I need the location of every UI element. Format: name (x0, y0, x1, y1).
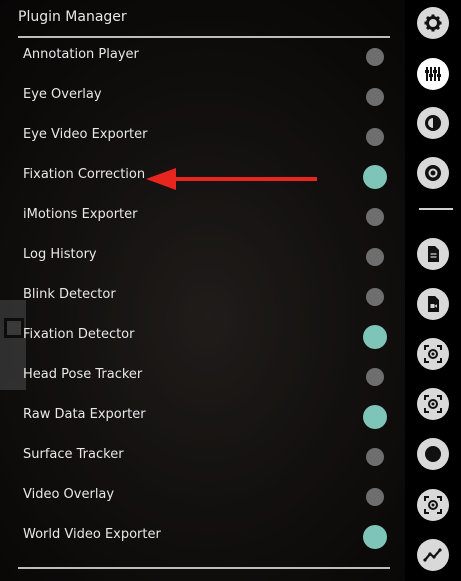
panel-title: Plugin Manager (18, 9, 127, 25)
focus-frame-icon (424, 496, 442, 514)
plugin-toggle[interactable] (366, 288, 384, 306)
plugin-toggle[interactable] (363, 525, 387, 549)
plugin-label: Eye Overlay (23, 87, 102, 102)
plugin-row-surface-tracker[interactable]: Surface Tracker (0, 437, 405, 477)
video-file-icon (428, 296, 439, 312)
focus-frame-icon (424, 345, 442, 363)
plugin-toggle[interactable] (366, 488, 384, 506)
plugin-label: Fixation Correction (23, 167, 146, 182)
plugin-row-eye-video-exporter[interactable]: Eye Video Exporter (0, 117, 405, 157)
plugin-manager-panel: Plugin Manager Annotation Player Eye Ove… (0, 0, 405, 581)
target-ring-icon (425, 165, 441, 181)
plugin-label: World Video Exporter (23, 527, 161, 542)
record-dot-icon (425, 446, 441, 462)
plugin-toggle[interactable] (366, 128, 384, 146)
plugin-row-imotions-exporter[interactable]: iMotions Exporter (0, 197, 405, 237)
bottom-divider (18, 567, 390, 569)
plugin-toggle[interactable] (366, 248, 384, 266)
record-button[interactable] (417, 438, 449, 470)
player-window: Plugin Manager Annotation Player Eye Ove… (0, 0, 461, 581)
plugin-label: iMotions Exporter (23, 207, 138, 222)
document-icon (428, 246, 439, 262)
detector-button[interactable] (417, 338, 449, 370)
plugin-sliders-icon (425, 67, 441, 81)
surface-button[interactable] (417, 489, 449, 521)
log-history-button[interactable] (417, 238, 449, 270)
plugin-row-raw-data-exporter[interactable]: Raw Data Exporter (0, 397, 405, 437)
plugin-row-head-pose-tracker[interactable]: Head Pose Tracker (0, 357, 405, 397)
plugin-toggle[interactable] (363, 405, 387, 429)
plugin-toggle[interactable] (363, 165, 387, 189)
plugin-label: Fixation Detector (23, 327, 135, 342)
sidebar (405, 0, 461, 581)
plugin-row-log-history[interactable]: Log History (0, 237, 405, 277)
plugin-manager-button[interactable] (417, 58, 449, 90)
plugin-label: Head Pose Tracker (23, 367, 143, 382)
plugin-toggle[interactable] (366, 88, 384, 106)
focus-frame-icon (424, 395, 442, 413)
eye-view-button[interactable] (417, 107, 449, 139)
plugin-row-annotation-player[interactable]: Annotation Player (0, 37, 405, 77)
plugin-label: Video Overlay (23, 487, 115, 502)
plugin-label: Surface Tracker (23, 447, 124, 462)
trend-line-icon (423, 548, 442, 562)
plugin-label: Blink Detector (23, 287, 116, 302)
plugin-toggle[interactable] (366, 208, 384, 226)
plugin-label: Raw Data Exporter (23, 407, 146, 422)
plugin-label: Log History (23, 247, 97, 262)
plugin-label: Eye Video Exporter (23, 127, 148, 142)
plugin-label: Annotation Player (23, 47, 139, 62)
plugin-row-video-overlay[interactable]: Video Overlay (0, 477, 405, 517)
plugin-toggle[interactable] (363, 325, 387, 349)
settings-button[interactable] (417, 7, 449, 39)
plugin-toggle[interactable] (366, 48, 384, 66)
plugin-toggle[interactable] (366, 368, 384, 386)
gear-icon (424, 14, 442, 32)
sidebar-divider (419, 208, 453, 210)
plugin-row-blink-detector[interactable]: Blink Detector (0, 277, 405, 317)
annotation-arrow (146, 168, 317, 190)
eye-icon (425, 115, 441, 131)
plugin-row-fixation-detector[interactable]: Fixation Detector (0, 317, 405, 357)
timeline-button[interactable] (417, 539, 449, 571)
plugin-row-world-video-exporter[interactable]: World Video Exporter (0, 517, 405, 557)
plugin-toggle[interactable] (366, 448, 384, 466)
tracker-button[interactable] (417, 388, 449, 420)
video-exporter-button[interactable] (417, 288, 449, 320)
calibration-button[interactable] (417, 157, 449, 189)
plugin-row-eye-overlay[interactable]: Eye Overlay (0, 77, 405, 117)
